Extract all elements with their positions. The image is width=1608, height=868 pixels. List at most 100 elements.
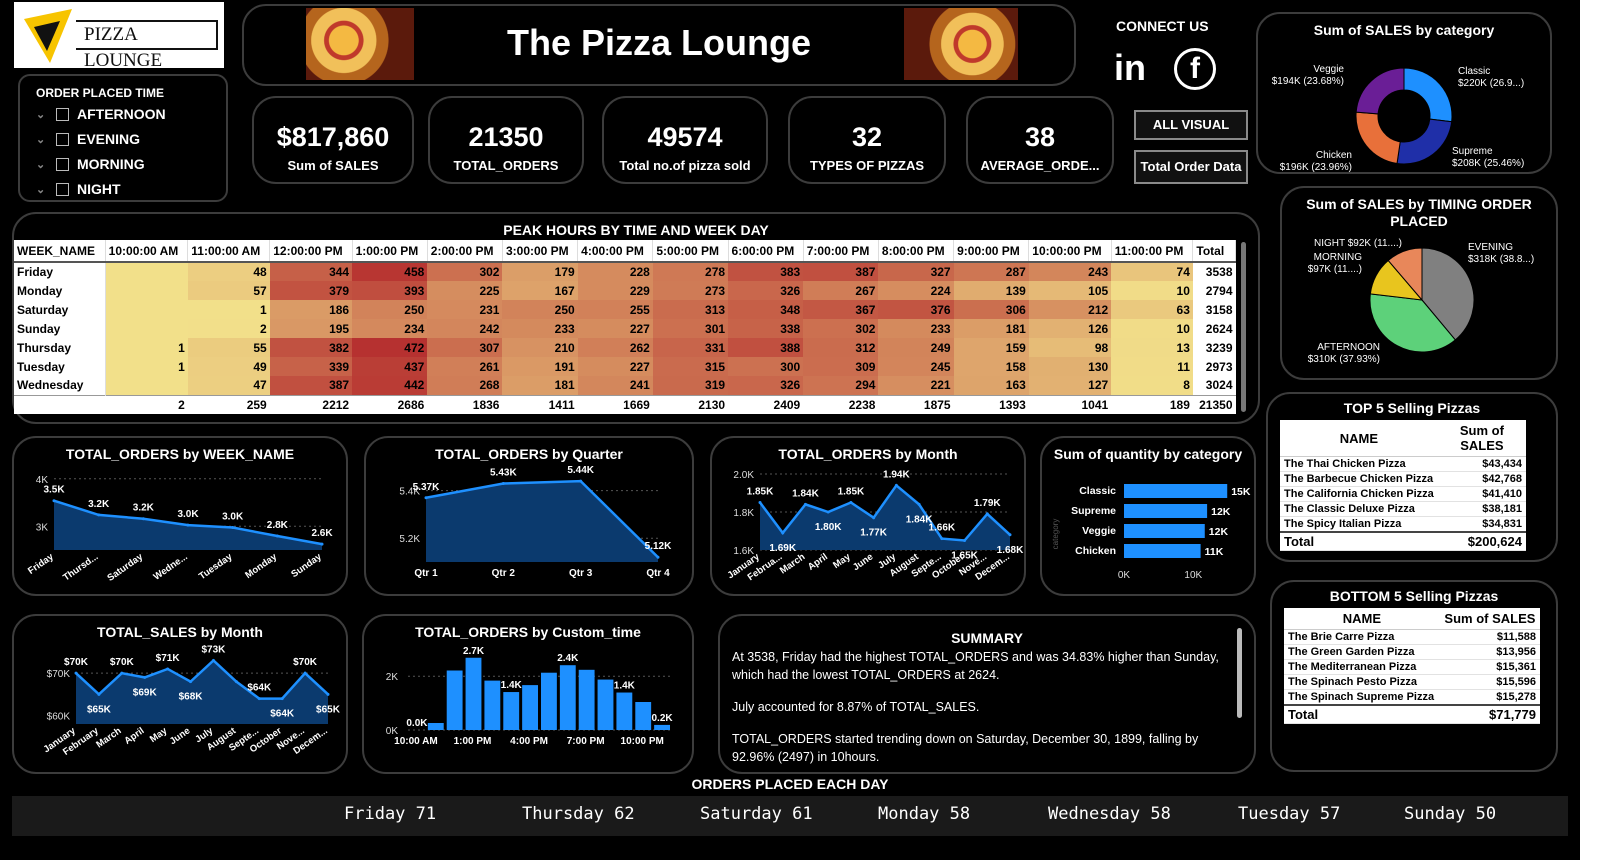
total-cell: 2212 xyxy=(269,394,353,414)
data-label: 1.4K xyxy=(501,680,523,691)
matrix-cell: 158 xyxy=(953,357,1029,376)
slice-label: MORNING xyxy=(1314,252,1363,263)
slicer-item-evening[interactable]: ⌄ EVENING xyxy=(36,131,140,147)
data-label: $65K xyxy=(87,704,112,715)
matrix-cell: 382 xyxy=(269,338,353,357)
column-header[interactable]: 7:00:00 PM xyxy=(803,240,879,263)
category-label: Classic xyxy=(1079,485,1116,497)
column-header[interactable]: 3:00:00 PM xyxy=(502,240,579,263)
column-header[interactable]: 8:00:00 PM xyxy=(878,240,955,263)
matrix-cell: 437 xyxy=(352,357,428,376)
slice-value-label: $220K (26.9...) xyxy=(1458,78,1524,89)
data-label: 0.0K xyxy=(406,718,428,729)
col-name[interactable]: NAME xyxy=(1280,420,1438,457)
title-banner: The Pizza Lounge xyxy=(242,4,1076,86)
row-header: Monday xyxy=(14,281,106,300)
table-row: The Barbecue Chicken Pizza $42,768 xyxy=(1280,471,1526,487)
row-header: Tuesday xyxy=(14,357,106,376)
ticker-item: Friday 71 xyxy=(344,804,437,824)
matrix-cell: 245 xyxy=(878,357,954,376)
linkedin-icon[interactable]: in xyxy=(1114,48,1154,88)
matrix-cell: 57 xyxy=(187,281,270,300)
matrix-cell: 167 xyxy=(502,281,578,300)
bottom5-table: NAME Sum of SALES The Brie Carre Pizza $11,… xyxy=(1284,608,1540,724)
pie-slice xyxy=(1396,118,1453,165)
y-tick-label: 2K xyxy=(386,672,399,683)
matrix-cell: 234 xyxy=(352,319,428,338)
col-name[interactable]: NAME xyxy=(1284,608,1440,630)
facebook-icon[interactable]: f xyxy=(1174,48,1216,90)
column-header[interactable]: 10:00:00 PM xyxy=(1028,240,1112,263)
orders-by-custom-time-card: TOTAL_ORDERS by Custom_time 2K 0K 0.0K 2.7K… xyxy=(362,614,694,774)
matrix-cell: 8 xyxy=(1111,376,1193,395)
checkbox[interactable] xyxy=(56,182,69,196)
chart-title: TOTAL_ORDERS by Quarter xyxy=(435,446,623,462)
summary-scrollbar[interactable] xyxy=(1237,628,1242,718)
matrix-cell: 55 xyxy=(187,338,270,357)
pizza-name: The Spinach Pesto Pizza xyxy=(1284,674,1440,690)
matrix-scrollbar[interactable] xyxy=(1241,242,1246,412)
matrix-cell: 348 xyxy=(728,300,804,319)
col-sales[interactable]: Sum of SALES xyxy=(1437,420,1526,457)
column-header[interactable]: 10:00:00 AM xyxy=(105,240,189,263)
y-tick-label: 1.8K xyxy=(733,508,754,519)
column-header[interactable]: 11:00:00 PM xyxy=(1111,240,1194,263)
bar xyxy=(465,657,482,730)
column-header[interactable]: 9:00:00 PM xyxy=(953,240,1030,263)
column-header[interactable]: 12:00:00 PM xyxy=(269,240,353,263)
data-point xyxy=(141,517,145,521)
sales-by-category-chart: Classic$220K (26.9...) Supreme$208K (25.4… xyxy=(1272,64,1525,172)
slice-value-label: $194K (23.68%) xyxy=(1272,76,1344,87)
data-label: 2.6K xyxy=(311,528,333,539)
column-header[interactable]: 1:00:00 PM xyxy=(352,240,428,263)
data-point xyxy=(211,658,215,662)
total-order-data-button[interactable]: Total Order Data xyxy=(1134,150,1248,184)
column-header[interactable]: 5:00:00 PM xyxy=(652,240,729,263)
matrix-cell: 393 xyxy=(352,281,428,300)
x-tick-label: 1:00 PM xyxy=(454,736,492,747)
data-label: 1.79K xyxy=(974,498,1001,509)
total-cell: 1836 xyxy=(427,394,503,414)
top5-table: NAME Sum of SALES The Thai Chicken Pizza $4… xyxy=(1280,420,1526,551)
column-header[interactable]: 6:00:00 PM xyxy=(728,240,804,263)
slice-value-label: $208K (25.46%) xyxy=(1452,158,1524,169)
category-label: Chicken xyxy=(1075,545,1116,557)
slice-label: Classic xyxy=(1458,66,1490,77)
pizza-name: The Brie Carre Pizza xyxy=(1284,629,1440,645)
matrix-cell xyxy=(105,300,188,319)
column-header[interactable]: WEEK_NAME xyxy=(14,240,106,263)
matrix-cell: 327 xyxy=(878,262,954,281)
total-cell: 2686 xyxy=(352,394,428,414)
data-label: 3.0K xyxy=(177,509,199,520)
column-header[interactable]: 11:00:00 AM xyxy=(187,240,271,263)
top5-title: TOP 5 Selling Pizzas xyxy=(1343,400,1481,416)
slicer-title: ORDER PLACED TIME xyxy=(36,86,165,100)
x-tick-label: 4:00 PM xyxy=(510,736,548,747)
checkbox[interactable] xyxy=(56,107,69,121)
table-total-row: Total $200,624 xyxy=(1280,531,1526,551)
pizza-name: The Mediterranean Pizza xyxy=(1284,659,1440,675)
data-point xyxy=(579,479,583,483)
checkbox[interactable] xyxy=(56,157,69,171)
chart-title: TOTAL_ORDERS by Month xyxy=(778,446,958,462)
slicer-item-afternoon[interactable]: ⌄ AFTERNOON xyxy=(36,106,166,122)
orders-by-quarter-card: TOTAL_ORDERS by Quarter 5.4K 5.2K 5.37K Qtr… xyxy=(364,436,694,596)
slicer-item-night[interactable]: ⌄ NIGHT xyxy=(36,181,121,197)
bar xyxy=(522,685,538,730)
x-tick-label: Friday xyxy=(26,551,56,577)
column-header[interactable]: Total xyxy=(1192,240,1236,263)
col-sales[interactable]: Sum of SALES xyxy=(1439,608,1540,630)
slicer-item-morning[interactable]: ⌄ MORNING xyxy=(36,156,145,172)
data-point xyxy=(849,501,853,504)
data-label: $65K xyxy=(316,704,341,715)
pizza-sales: $15,596 xyxy=(1439,674,1540,690)
kpi-pizza-types: 32 TYPES OF PIZZAS xyxy=(788,96,946,184)
matrix-cell xyxy=(105,376,188,395)
all-visual-button[interactable]: ALL VISUAL xyxy=(1134,110,1248,140)
matrix-cell xyxy=(105,319,188,338)
table-total-row: Total $71,779 xyxy=(1284,704,1540,724)
checkbox[interactable] xyxy=(56,132,69,146)
matrix-cell: 49 xyxy=(187,357,270,376)
column-header[interactable]: 4:00:00 PM xyxy=(577,240,654,263)
column-header[interactable]: 2:00:00 PM xyxy=(427,240,503,263)
